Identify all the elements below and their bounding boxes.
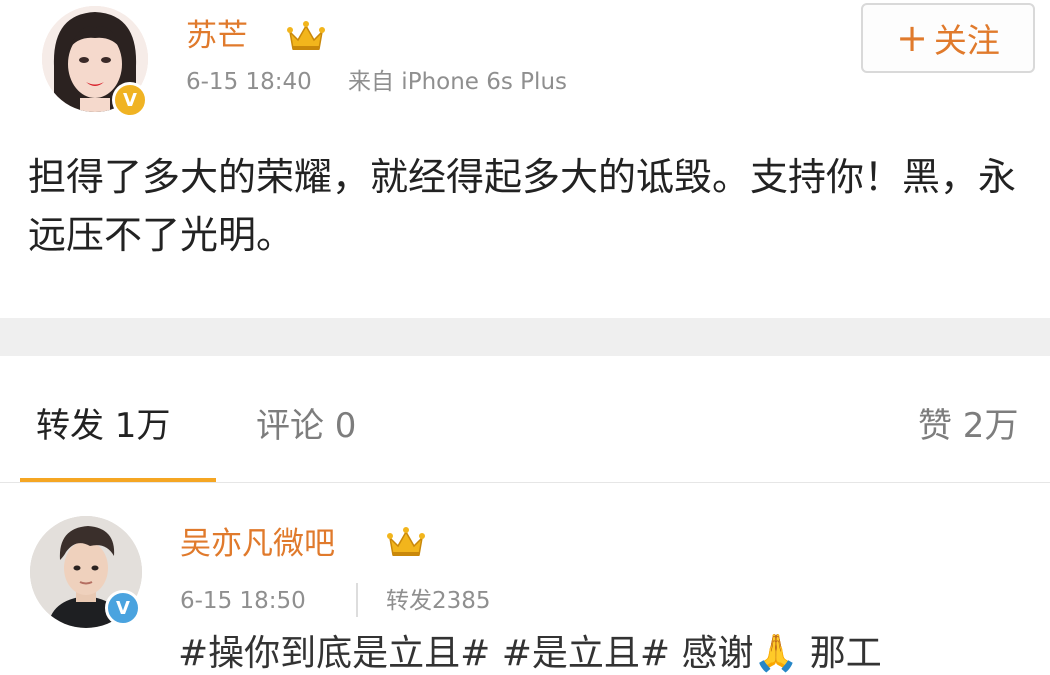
tab-comment[interactable]: 评论 0 bbox=[256, 406, 356, 446]
meta-separator bbox=[356, 583, 358, 617]
follow-button[interactable]: + 关注 bbox=[861, 3, 1035, 73]
tab-like[interactable]: 赞 2万 bbox=[918, 406, 1018, 446]
section-divider bbox=[0, 318, 1050, 356]
post-author-name[interactable]: 苏芒 bbox=[186, 18, 248, 54]
post-time: 6-15 18:40 bbox=[186, 69, 312, 95]
verified-v-icon: V bbox=[105, 590, 141, 626]
verified-v-icon: V bbox=[112, 82, 148, 118]
crown-icon bbox=[286, 18, 326, 58]
tab-repost[interactable]: 转发 1万 bbox=[36, 406, 170, 446]
post-source: 来自 iPhone 6s Plus bbox=[348, 69, 568, 95]
tab-divider bbox=[0, 482, 1050, 483]
crown-icon bbox=[386, 524, 426, 564]
repost-count: 转发2385 bbox=[386, 588, 491, 614]
repost-text: #操你到底是立且# #是立且# 感谢🙏 那工 bbox=[178, 633, 882, 674]
repost-author-name[interactable]: 吴亦凡微吧 bbox=[180, 526, 335, 562]
follow-button-label: 关注 bbox=[933, 21, 1000, 60]
plus-icon: + bbox=[896, 16, 928, 60]
repost-time: 6-15 18:50 bbox=[180, 588, 306, 614]
post-text: 担得了多大的荣耀，就经得起多大的诋毁。支持你！黑，永远压不了光明。 bbox=[28, 155, 1017, 257]
